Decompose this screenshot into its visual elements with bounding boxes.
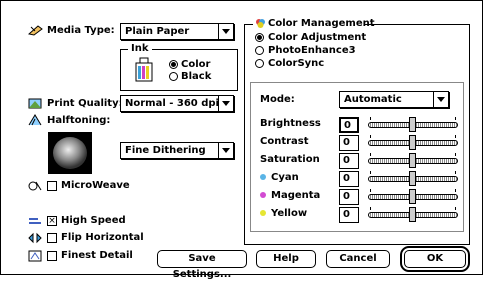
color-management-icon: [255, 18, 266, 29]
halftoning-value: Fine Dithering: [125, 145, 206, 156]
photoenhance-radio[interactable]: [255, 46, 264, 55]
slider-knob[interactable]: [409, 189, 416, 204]
print-quality-popup[interactable]: Normal - 360 dpi: [120, 95, 234, 112]
adjustment-label: Yellow: [271, 208, 308, 219]
print-quality-label: Print Quality:: [47, 98, 123, 109]
slider-tick: [370, 135, 371, 138]
slider-tick: [455, 117, 456, 120]
adjustment-value-field[interactable]: 0: [339, 117, 359, 133]
adjustment-label: Magenta: [271, 190, 321, 201]
colorsync-label: ColorSync: [268, 58, 325, 69]
adjustment-slider[interactable]: [368, 189, 458, 205]
halftoning-label: Halftoning:: [47, 115, 111, 126]
microweave-label: MicroWeave: [61, 180, 130, 191]
save-settings-button[interactable]: Save Settings...: [157, 250, 247, 280]
adjustment-label: Contrast: [260, 136, 309, 147]
chevron-down-icon: [218, 96, 233, 111]
chevron-down-icon: [218, 143, 233, 158]
ink-color-label: Color: [181, 59, 211, 70]
print-quality-icon: [28, 97, 42, 109]
mode-value: Automatic: [344, 94, 402, 105]
slider-knob[interactable]: [409, 117, 416, 132]
flip-horizontal-icon: [28, 232, 42, 244]
media-type-popup[interactable]: Plain Paper: [120, 23, 234, 40]
halftoning-icon: [28, 114, 42, 126]
color-adjustment-radio[interactable]: [255, 33, 264, 42]
flip-horizontal-checkbox[interactable]: [47, 233, 57, 243]
finest-detail-icon: [28, 250, 42, 262]
slider-tick: [370, 153, 371, 156]
slider-knob[interactable]: [409, 171, 416, 186]
color-management-label: Color Management: [268, 18, 375, 29]
ink-black-label: Black: [181, 71, 212, 82]
microweave-icon: [28, 180, 42, 192]
color-dot-icon: [260, 192, 266, 198]
adjustment-slider[interactable]: [368, 153, 458, 169]
adjustment-slider[interactable]: [368, 117, 458, 133]
slider-knob[interactable]: [409, 153, 416, 168]
ink-cartridge-icon: [133, 57, 155, 83]
slider-tick: [455, 207, 456, 210]
flip-horizontal-label: Flip Horizontal: [61, 232, 144, 243]
ink-color-radio[interactable]: [169, 60, 178, 69]
adjustment-slider[interactable]: [368, 207, 458, 223]
adjustment-slider[interactable]: [368, 171, 458, 187]
adjustment-label: Cyan: [271, 172, 299, 183]
high-speed-icon: [28, 215, 42, 227]
adjustment-value-field[interactable]: 0: [339, 207, 359, 223]
color-dot-icon: [260, 210, 266, 216]
color-dot-icon: [260, 174, 266, 180]
adjustment-label: Saturation: [260, 154, 320, 165]
colorsync-radio[interactable]: [255, 59, 264, 68]
chevron-down-icon: [218, 24, 233, 39]
high-speed-checkbox[interactable]: ×: [47, 216, 57, 226]
slider-knob[interactable]: [409, 135, 416, 150]
adjustment-value-field[interactable]: 0: [339, 171, 359, 187]
slider-tick: [370, 189, 371, 192]
ok-button[interactable]: OK: [400, 246, 470, 272]
halftoning-preview: [48, 132, 92, 174]
slider-tick: [455, 153, 456, 156]
help-button[interactable]: Help: [256, 250, 316, 268]
media-type-value: Plain Paper: [125, 26, 190, 37]
microweave-checkbox[interactable]: [47, 181, 57, 191]
ink-black-radio[interactable]: [169, 72, 178, 81]
adjustment-slider[interactable]: [368, 135, 458, 151]
slider-tick: [370, 171, 371, 174]
slider-tick: [455, 171, 456, 174]
photoenhance-label: PhotoEnhance3: [268, 45, 356, 56]
adjustment-label: Brightness: [260, 118, 321, 129]
adjustment-value-field[interactable]: 0: [339, 189, 359, 205]
adjustment-value-field[interactable]: 0: [339, 153, 359, 169]
color-adjustment-label: Color Adjustment: [268, 32, 367, 43]
print-quality-value: Normal - 360 dpi: [125, 98, 219, 109]
cancel-button[interactable]: Cancel: [326, 250, 390, 268]
mode-label: Mode:: [260, 94, 295, 105]
mode-popup[interactable]: Automatic: [339, 91, 449, 108]
slider-tick: [455, 135, 456, 138]
paper-icon: [27, 24, 43, 36]
slider-tick: [370, 117, 371, 120]
halftoning-popup[interactable]: Fine Dithering: [120, 142, 234, 159]
adjustment-value-field[interactable]: 0: [339, 135, 359, 151]
chevron-down-icon: [433, 92, 448, 107]
slider-tick: [455, 189, 456, 192]
slider-knob[interactable]: [409, 207, 416, 222]
media-type-label: Media Type:: [47, 25, 115, 36]
slider-tick: [370, 207, 371, 210]
finest-detail-checkbox[interactable]: [47, 251, 57, 261]
high-speed-label: High Speed: [61, 215, 126, 226]
ink-group-title: Ink: [128, 43, 152, 55]
finest-detail-label: Finest Detail: [61, 250, 133, 261]
